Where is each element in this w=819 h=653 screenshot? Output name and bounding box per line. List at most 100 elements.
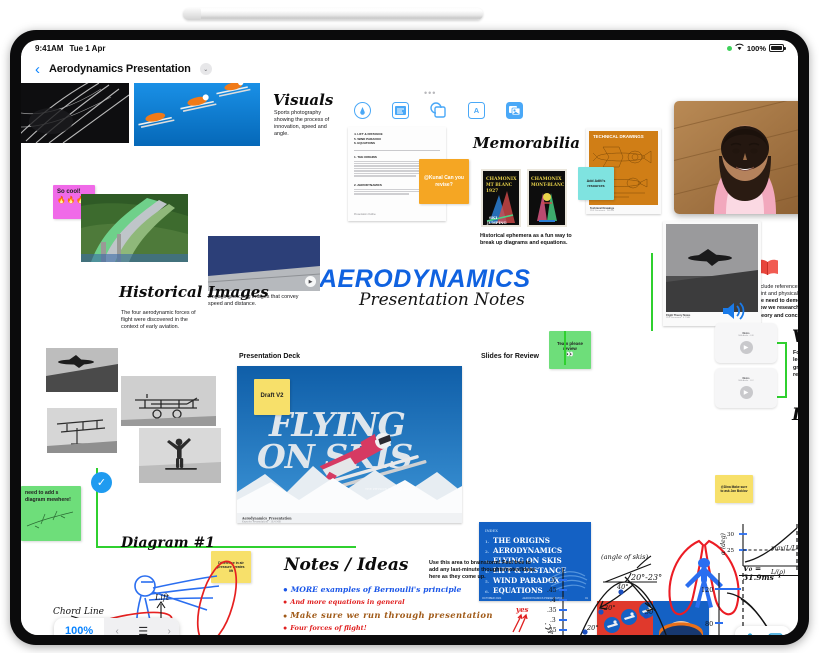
deck-heading: Presentation Deck [239, 353, 301, 360]
svg-text:THE ORIGINS: THE ORIGINS [493, 536, 550, 545]
zoom-level[interactable]: 100% [54, 625, 104, 635]
shapes-tool-icon[interactable] [430, 102, 447, 119]
wifi-icon [735, 43, 744, 53]
stamp-chamonix-2[interactable]: CHAMONIX MONT-BLANC [527, 169, 567, 227]
sticky-kunal-revise[interactable]: @Kunal Can you revise? [419, 159, 469, 204]
sticky-text: @Dina Make sure to ask Jan Boklov [720, 485, 748, 493]
toolbar-overflow[interactable]: ••• [424, 88, 436, 98]
ipad-device: 9:41AM Tue 1 Apr 100% ‹ Aerodynamics Pre… [10, 30, 809, 645]
stamp-chamonix-1[interactable]: CHAMONIX MT BLANC 1927 SKI JUMPING [481, 169, 521, 227]
audio-clip-1[interactable]: Memo M4A Audio · 0:38 ▶ [715, 323, 777, 363]
apple-pencil[interactable] [183, 8, 483, 20]
sticky-add-aditi[interactable]: Add Aditi's resources [578, 167, 614, 200]
facetime-video-tile[interactable] [674, 101, 798, 214]
svg-text:JUMPING: JUMPING [486, 221, 507, 225]
photo-historic-biplane[interactable] [121, 376, 216, 426]
note-reply-arrows [509, 612, 529, 635]
photo-historic-glider-1[interactable] [46, 348, 118, 392]
svg-text:.5: .5 [550, 577, 556, 584]
sticky-draft-v2[interactable]: Draft V2 [254, 379, 290, 415]
page-title: Aerodynamics Presentation [49, 63, 191, 75]
references-line-4: how we researche [756, 305, 798, 312]
svg-text:INDEX: INDEX [485, 529, 498, 533]
freeform-canvas[interactable]: Visuals Sports photography showing the p… [21, 78, 798, 635]
svg-text:1.: 1. [485, 539, 490, 544]
chevron-down-icon[interactable]: ⌄ [199, 63, 212, 75]
svg-text:20°: 20° [586, 624, 599, 632]
back-button[interactable]: ‹ [35, 62, 40, 77]
references-line-5: theory and concep [756, 312, 798, 319]
book-icon [756, 258, 798, 281]
note-bullet: And more equations in general [290, 598, 405, 606]
memorabilia-caption: Historical ephemera as a fun way to brea… [480, 233, 572, 247]
svg-text:Chord Line: Chord Line [53, 607, 104, 617]
connector-green-right [651, 253, 653, 331]
photo-skier-bw[interactable] [21, 80, 130, 144]
list-button[interactable]: ☰ [130, 618, 156, 636]
svg-text:MONT-BLANC: MONT-BLANC [531, 182, 565, 187]
alpha-lift-chart[interactable]: 30 25 α (deg) max(L/L₀) L/(ρ) [719, 524, 798, 581]
play-button-icon[interactable]: ▶ [739, 341, 753, 354]
svg-text:(angle of skis): (angle of skis) [601, 553, 648, 561]
play-button-icon[interactable]: ▶ [305, 276, 316, 287]
note-bullet: MORE examples of Bernoulli's principle [290, 585, 462, 594]
zoom-toolbar[interactable]: 100% ‹ ☰ › ★ [54, 618, 179, 635]
bullet-dot: ● [283, 625, 288, 632]
sticky-need-diagram[interactable]: need to add s diagram mewhere! [21, 486, 81, 541]
svg-text:.45: .45 [547, 587, 557, 594]
battery-percent: 100% [746, 43, 766, 53]
sticky-team-review[interactable]: Team please review 👀 [549, 331, 591, 369]
svg-text:max(L/L₀): max(L/L₀) [771, 545, 798, 552]
references-line-1: Include references. [756, 284, 798, 290]
photo-historic-glider-2[interactable] [47, 408, 117, 453]
outline-heading-1: 1. THE ORIGINS [354, 154, 377, 159]
sticky-text: need to add s diagram mewhere! [25, 490, 71, 503]
sticky-text: Draft V2 [260, 393, 284, 400]
svg-text:.3: .3 [550, 617, 556, 624]
voice-body: For re lectur group recor [793, 350, 798, 378]
svg-text:Lift: Lift [154, 593, 170, 602]
svg-text:120: 120 [701, 586, 713, 594]
next-button[interactable]: › [156, 618, 179, 636]
voice-heading: Vo [792, 327, 798, 347]
sticky-text: Team please review [556, 340, 584, 352]
sticky-make-sure[interactable]: @Dina Make sure to ask Jan Boklov [715, 475, 753, 503]
float-tools[interactable] [735, 626, 790, 635]
historical-images-heading: Historical Images [119, 283, 269, 301]
prev-button[interactable]: ‹ [104, 618, 130, 636]
media-tool-icon[interactable] [506, 102, 523, 119]
references-line-2: print and physical s [756, 291, 798, 298]
diagrams-heading: Di [792, 405, 798, 425]
svg-text:α (deg): α (deg) [720, 532, 727, 555]
note-bullet: Four forces of flight! [290, 624, 367, 632]
angle-of-skis-annotation: (angle of skis) 20°-23° [599, 550, 695, 597]
battery-icon [769, 44, 786, 52]
references-line-3: We need to demon [756, 298, 798, 305]
svg-text:1927: 1927 [486, 189, 498, 194]
screenshot-root: 9:41AM Tue 1 Apr 100% ‹ Aerodynamics Pre… [0, 0, 819, 653]
sticky-text: @Kunal Can you revise? [424, 175, 464, 188]
references-note: Include references. print and physical s… [756, 258, 798, 320]
note-bullet: Make sure we run through presentation [290, 610, 493, 620]
play-button-icon[interactable]: ▶ [739, 386, 753, 399]
note-tool-icon[interactable] [392, 102, 409, 119]
visuals-heading: Visuals [273, 91, 334, 109]
pen-tool-icon[interactable] [354, 102, 371, 119]
notes-heading: Notes / Ideas [284, 555, 409, 575]
visuals-body: Sports photography showing the process o… [274, 110, 330, 138]
bullet-dot: ● [283, 599, 288, 606]
memorabilia-heading: Memorabilia [473, 134, 580, 152]
svg-text:C: C [545, 623, 554, 630]
outline-footer: Presentation Outline [354, 213, 376, 216]
grid-tool-icon[interactable] [764, 630, 786, 635]
photo-ski-jump-hill[interactable] [81, 194, 188, 262]
historical-images-body: The four aerodynamic forces of flight we… [121, 310, 196, 331]
sticky-emoji: 👀 [566, 351, 574, 358]
svg-text:MT BLANC: MT BLANC [486, 182, 513, 187]
canvas-toolbar[interactable]: A [354, 102, 523, 119]
sticky-text: Add Aditi's resources [586, 179, 606, 188]
photo-ski-jumpers-blue[interactable] [134, 79, 260, 146]
graph-tool-icon[interactable] [739, 630, 761, 635]
audio-clip-2[interactable]: Memo M4A Audio · 1:12 ▶ [715, 368, 777, 408]
text-tool-icon[interactable]: A [468, 102, 485, 119]
